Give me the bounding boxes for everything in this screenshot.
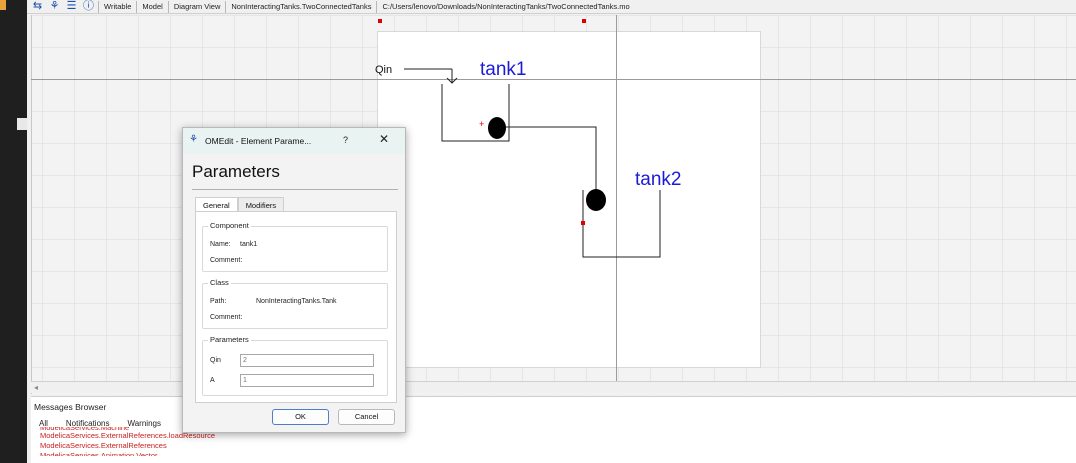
- heading-divider: [192, 189, 398, 190]
- name-value: tank1: [240, 241, 258, 248]
- list-icon[interactable]: ☰: [65, 1, 78, 13]
- path-label: Path:: [210, 298, 227, 305]
- model-name: NonInteractingTanks.TwoConnectedTanks: [231, 2, 372, 11]
- cancel-button[interactable]: Cancel: [338, 409, 395, 425]
- tab-modifiers[interactable]: Modifiers: [237, 197, 285, 211]
- separator: [167, 0, 169, 13]
- parameters-group-title: Parameters: [208, 335, 251, 344]
- view-mode: Diagram View: [173, 2, 221, 11]
- dialog-heading: Parameters: [192, 162, 280, 181]
- tank1-outlet-port[interactable]: [488, 117, 506, 139]
- tank2-inlet-port[interactable]: [586, 189, 606, 211]
- canvas-axis-vertical: [616, 15, 617, 382]
- separator: [376, 0, 378, 13]
- dialog-tabs: General Modifiers: [195, 197, 285, 211]
- a-param-input[interactable]: [240, 374, 374, 387]
- name-label: Name:: [210, 241, 231, 248]
- class-group-title: Class: [208, 278, 231, 287]
- help-button[interactable]: ?: [343, 135, 348, 145]
- scroll-left-icon[interactable]: ◂: [34, 383, 38, 392]
- file-path: C:/Users/lenovo/Downloads/NonInteracting…: [382, 2, 630, 11]
- model-type: Model: [142, 2, 163, 11]
- qin-param-label: Qin: [210, 357, 221, 364]
- close-icon[interactable]: ✕: [379, 133, 389, 145]
- dialog-title: OMEdit - Element Parame...: [205, 136, 312, 146]
- class-comment-label: Comment:: [210, 314, 243, 321]
- general-tab-panel: Component Name: tank1 Comment: Class Pat…: [195, 211, 397, 403]
- separator: [98, 0, 99, 13]
- path-value: NonInteractingTanks.Tank: [256, 298, 337, 305]
- component-group: Component Name: tank1 Comment:: [202, 221, 388, 272]
- qin-param-input[interactable]: [240, 354, 374, 367]
- omedit-window: ⇆ ⚘ ☰ ⓘ Writable Model Diagram View NonI…: [0, 0, 1076, 463]
- class-group: Class Path: NonInteractingTanks.Tank Com…: [202, 278, 388, 329]
- left-dark-strip: [0, 0, 27, 463]
- element-parameters-dialog: ⚘ OMEdit - Element Parame... ? ✕ Paramet…: [182, 127, 406, 433]
- ok-button[interactable]: OK: [272, 409, 329, 425]
- separator: [136, 0, 138, 13]
- message-line[interactable]: ModelicaServices.ExternalReferences: [40, 441, 340, 451]
- separator: [225, 0, 227, 13]
- info-icon[interactable]: ⓘ: [82, 1, 95, 13]
- a-param-label: A: [210, 377, 215, 384]
- element-icon[interactable]: ⚘: [48, 1, 61, 13]
- parameters-group: Parameters Qin A: [202, 335, 388, 396]
- connect-mode-icon[interactable]: ⇆: [31, 1, 44, 13]
- canvas-axis-horizontal: [31, 79, 1076, 80]
- tab-general[interactable]: General: [195, 197, 238, 211]
- message-line[interactable]: ModelicaServices.Animation.Vector: [40, 451, 340, 456]
- component-group-title: Component: [208, 221, 251, 230]
- writable-status: Writable: [104, 2, 132, 11]
- diagram-sheet: [377, 31, 761, 368]
- messages-title: Messages Browser: [34, 402, 107, 412]
- dialog-titlebar[interactable]: ⚘ OMEdit - Element Parame... ? ✕: [183, 128, 405, 154]
- model-toolbar: ⇆ ⚘ ☰ ⓘ Writable Model Diagram View NonI…: [27, 0, 1076, 14]
- canvas-side-button[interactable]: [17, 118, 27, 130]
- omedit-app-icon: ⚘: [189, 134, 198, 145]
- comment-label: Comment:: [210, 257, 243, 264]
- side-accent: [0, 0, 6, 10]
